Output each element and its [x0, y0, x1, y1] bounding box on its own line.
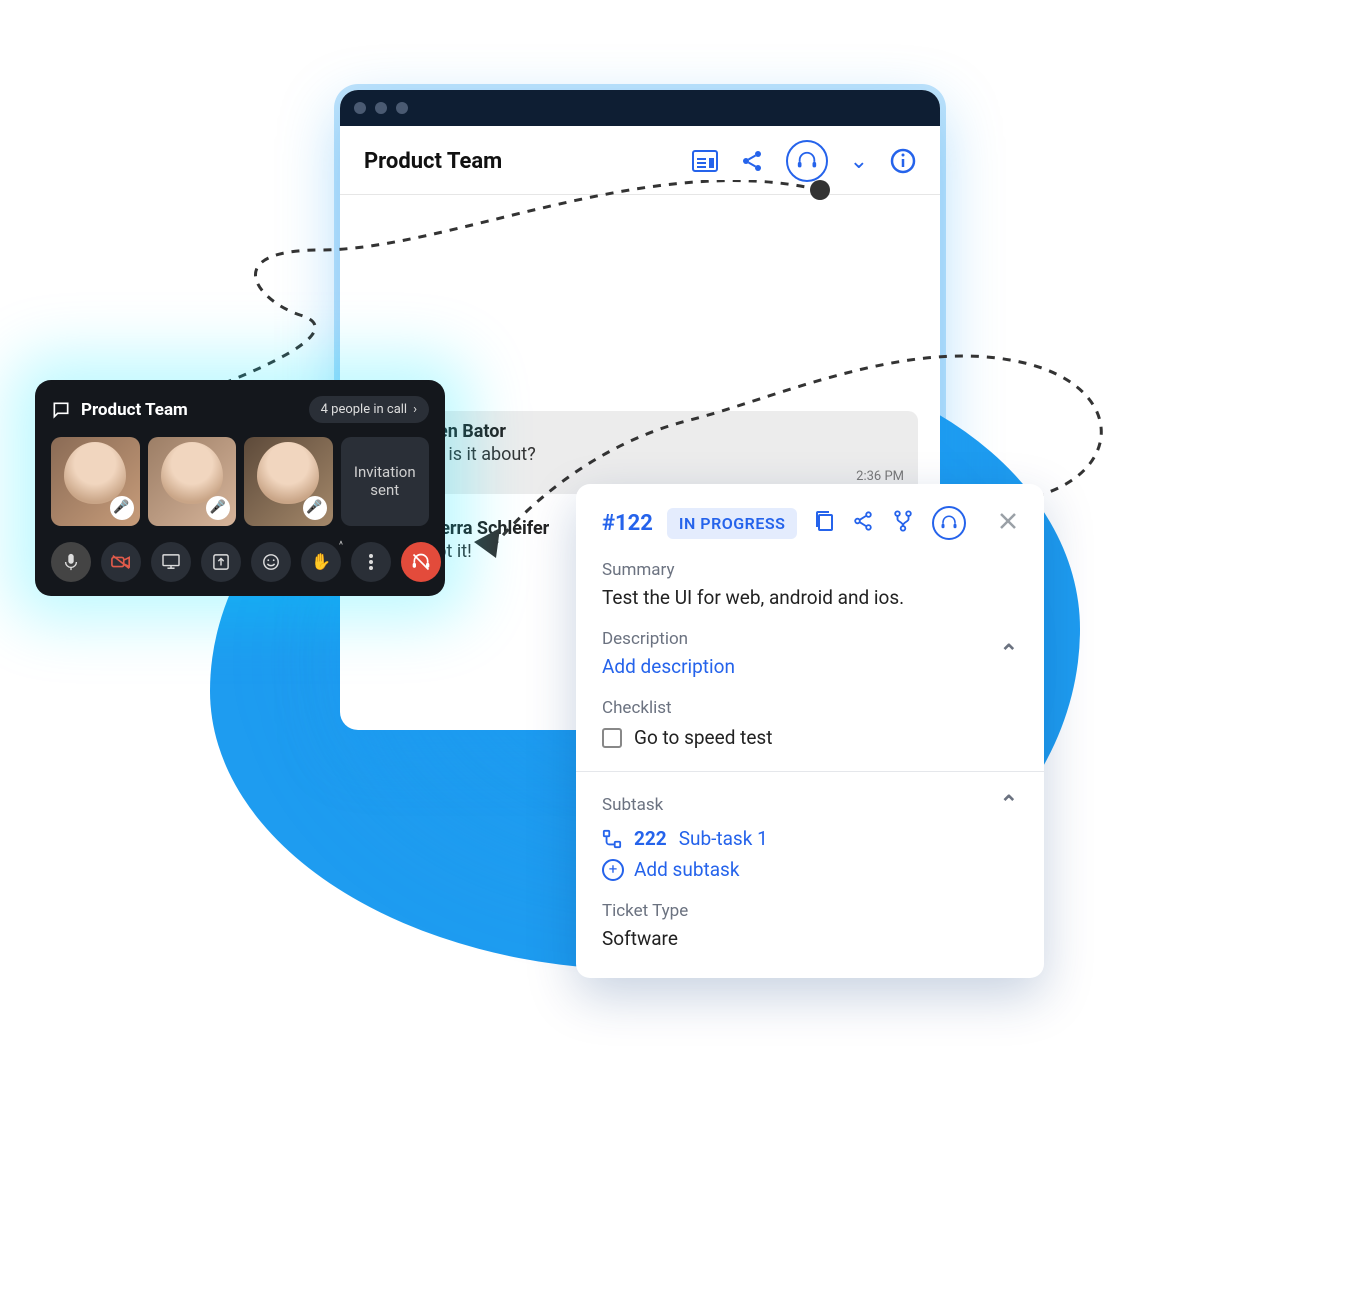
add-subtask-button[interactable]: + Add subtask — [602, 858, 1018, 881]
ticket-type-label: Ticket Type — [602, 901, 1018, 921]
summary-label: Summary — [602, 560, 1018, 580]
news-icon[interactable] — [692, 150, 718, 172]
mic-icon: 🎤 — [206, 496, 230, 520]
subtask-number: 222 — [634, 827, 667, 850]
mic-icon: 🎤 — [110, 496, 134, 520]
participant-tile[interactable]: 🎤 — [51, 437, 140, 526]
share-icon[interactable] — [740, 149, 764, 173]
plus-icon: + — [602, 859, 624, 881]
window-dot — [396, 102, 408, 114]
chat-icon — [51, 400, 71, 420]
camera-off-button[interactable] — [101, 542, 141, 582]
participant-tile[interactable]: 🎤 — [148, 437, 237, 526]
more-button[interactable] — [351, 542, 391, 582]
share-icon[interactable] — [852, 510, 874, 536]
checklist-label: Checklist — [602, 698, 1018, 718]
caret-up-icon: ^ — [339, 540, 343, 551]
subtask-row[interactable]: 222 Sub-task 1 — [602, 827, 1018, 850]
ticket-panel: #122 IN PROGRESS Summary Test the UI for… — [576, 484, 1044, 978]
window-header: Product Team ⌄ — [340, 126, 940, 195]
chevron-down-icon[interactable]: ⌄ — [850, 149, 868, 174]
raise-hand-button[interactable]: ✋^ — [301, 542, 341, 582]
description-label: Description — [602, 629, 735, 649]
call-headset-button[interactable] — [786, 140, 828, 182]
mic-icon: 🎤 — [303, 496, 327, 520]
subtask-icon — [602, 829, 622, 849]
copy-icon[interactable] — [814, 510, 834, 536]
message-time: 2:36 PM — [438, 469, 904, 484]
close-icon[interactable] — [998, 511, 1018, 535]
chevron-up-icon[interactable]: ⌃ — [1000, 792, 1018, 817]
call-panel: Product Team 4 people in call › 🎤 🎤 🎤 In… — [35, 380, 445, 596]
headset-icon[interactable] — [932, 506, 966, 540]
message-author: en Bator — [438, 421, 904, 442]
summary-text: Test the UI for web, android and ios. — [602, 586, 1018, 609]
window-dot — [354, 102, 366, 114]
emoji-button[interactable] — [251, 542, 291, 582]
upload-button[interactable] — [201, 542, 241, 582]
info-icon[interactable] — [890, 148, 916, 174]
end-call-button[interactable] — [401, 542, 441, 582]
window-dot — [375, 102, 387, 114]
add-description-link[interactable]: Add description — [602, 655, 735, 678]
divider — [576, 771, 1044, 772]
chevron-right-icon: › — [413, 402, 417, 417]
chevron-up-icon[interactable]: ⌃ — [1000, 641, 1018, 666]
subtask-name: Sub-task 1 — [679, 827, 768, 850]
add-subtask-label: Add subtask — [634, 858, 739, 881]
invitation-label: Invitation sent — [341, 463, 430, 499]
ticket-id[interactable]: #122 — [602, 511, 653, 536]
branch-icon[interactable] — [892, 510, 914, 536]
subtask-label: Subtask — [602, 795, 663, 815]
screenshare-button[interactable] — [151, 542, 191, 582]
invitation-tile: Invitation sent — [341, 437, 430, 526]
call-title: Product Team — [81, 400, 188, 420]
ticket-type-value: Software — [602, 927, 1018, 950]
checkbox[interactable] — [602, 728, 622, 748]
window-titlebar — [340, 90, 940, 126]
mute-button[interactable] — [51, 542, 91, 582]
participant-tile[interactable]: 🎤 — [244, 437, 333, 526]
call-status-text: 4 people in call — [321, 402, 407, 417]
message-text: t is it about? — [438, 444, 904, 465]
checklist-item-text: Go to speed test — [634, 726, 772, 749]
ticket-status-badge[interactable]: IN PROGRESS — [667, 508, 797, 539]
window-title: Product Team — [364, 149, 502, 174]
call-status-pill[interactable]: 4 people in call › — [309, 396, 429, 423]
